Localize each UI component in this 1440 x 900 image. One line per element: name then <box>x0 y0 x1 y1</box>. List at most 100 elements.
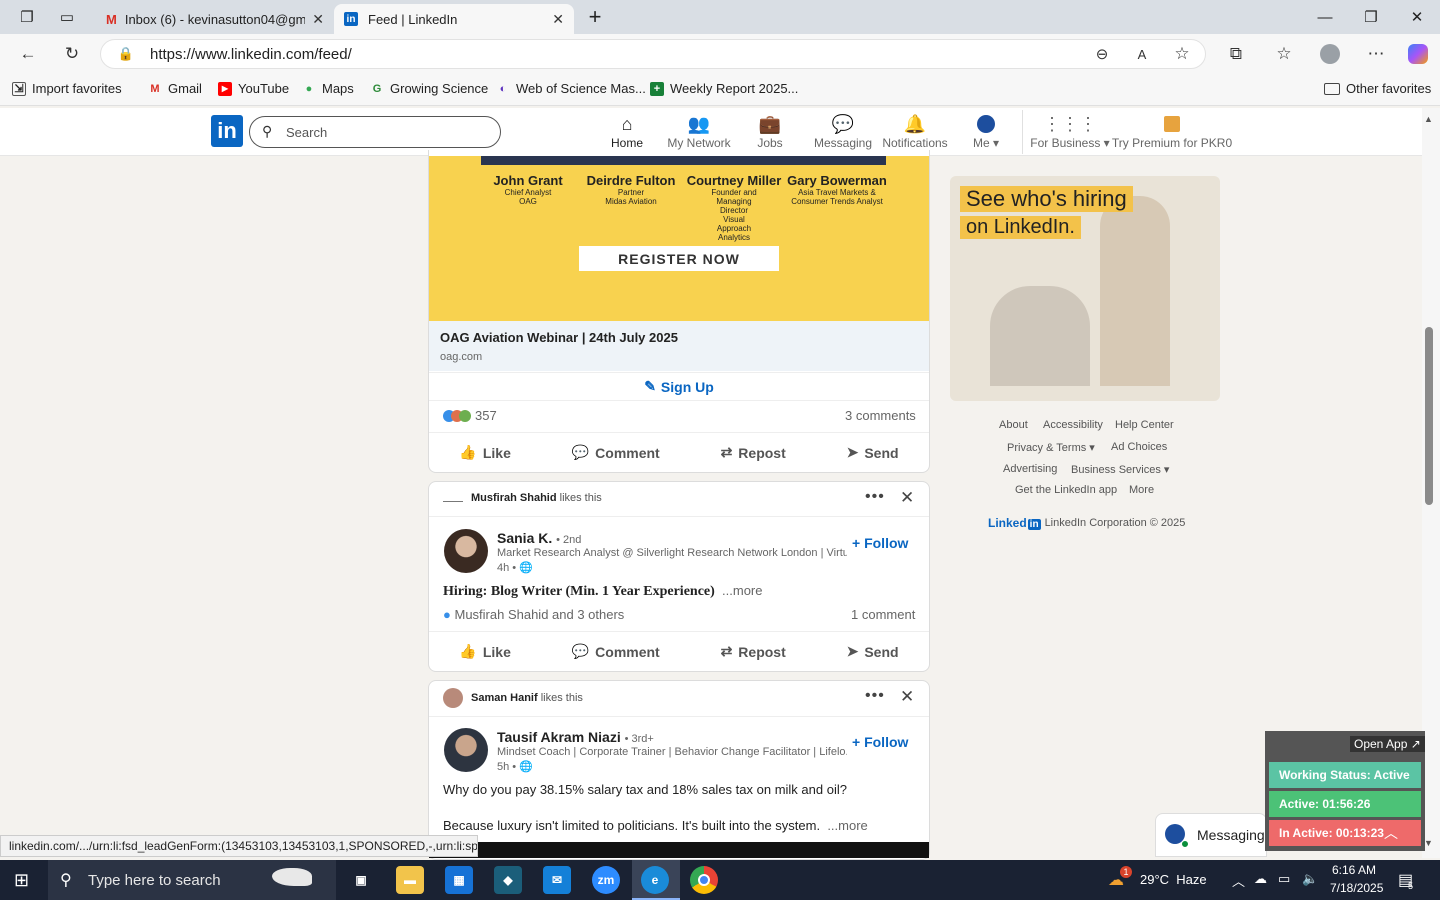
footer-link-more[interactable]: More <box>1129 484 1154 496</box>
messaging-label[interactable]: Messaging <box>1197 827 1265 843</box>
maximize-icon[interactable]: ❐ <box>1348 0 1394 34</box>
chrome-icon[interactable] <box>690 866 718 894</box>
edge-icon[interactable]: e <box>641 866 669 894</box>
ad-title[interactable]: OAG Aviation Webinar | 24th July 2025 <box>440 330 678 345</box>
more-options-icon[interactable]: ••• <box>865 488 885 506</box>
footer-link-privacy[interactable]: Privacy & Terms ▾ <box>1007 441 1095 454</box>
nav-home[interactable]: ⌂ Home <box>587 112 667 151</box>
favorite-maps[interactable]: ● Maps <box>302 81 354 96</box>
zoom-app-icon[interactable]: zm <box>592 866 620 894</box>
extensions-icon[interactable]: ⧉ <box>1224 42 1248 66</box>
nav-for-business[interactable]: ⋮⋮⋮ For Business ▾ <box>1030 112 1110 151</box>
favorite-weekly-report[interactable]: + Weekly Report 2025... <box>650 81 798 96</box>
author-avatar[interactable] <box>444 529 488 573</box>
tab-actions-icon[interactable]: ▭ <box>44 0 90 34</box>
scroll-up-icon[interactable]: ▲ <box>1424 114 1433 124</box>
task-view-icon[interactable]: ▣ <box>347 866 375 894</box>
nav-me[interactable]: Me ▾ <box>946 112 1026 150</box>
microsoft-store-icon[interactable]: ▦ <box>445 866 473 894</box>
chevron-up-icon[interactable]: ︿ <box>1384 823 1398 843</box>
windows-start-icon[interactable]: ⊞ <box>14 870 29 891</box>
comment-button[interactable]: 💬 Comment <box>572 643 660 660</box>
footer-link-business-services[interactable]: Business Services ▾ <box>1071 463 1169 476</box>
linkedin-logo[interactable]: in <box>211 115 243 147</box>
register-now-button[interactable]: REGISTER NOW <box>579 246 779 271</box>
close-icon[interactable]: ✕ <box>900 488 914 508</box>
profile-icon[interactable] <box>1318 42 1342 66</box>
settings-menu-icon[interactable]: ⋯ <box>1364 42 1388 66</box>
favorite-import[interactable]: ⇲ Import favorites <box>12 81 122 96</box>
network-icon[interactable]: ▭ <box>1278 871 1290 887</box>
footer-link-get-app[interactable]: Get the LinkedIn app <box>1015 484 1117 496</box>
chevron-up-icon[interactable]: ︿ <box>1232 871 1245 890</box>
comment-count[interactable]: 1 comment <box>851 607 915 622</box>
favorites-icon[interactable]: ☆ <box>1272 42 1296 66</box>
nav-notifications[interactable]: 🔔 Notifications <box>875 112 955 151</box>
weather-text[interactable]: 29°C Haze <box>1140 872 1207 887</box>
nav-my-network[interactable]: 👥 My Network <box>659 112 739 151</box>
favorite-web-of-science[interactable]: ◐ Web of Science Mas... <box>496 81 646 96</box>
liker-name[interactable]: Musfirah Shahid <box>471 492 557 504</box>
file-explorer-icon[interactable]: ▬ <box>396 866 424 894</box>
tab-linkedin[interactable]: in Feed | LinkedIn ✕ <box>334 4 574 34</box>
nav-premium[interactable]: Try Premium for PKR0 <box>1112 112 1232 150</box>
clock-date[interactable]: 7/18/2025 <box>1330 881 1383 895</box>
open-app-button[interactable]: Open App ↗ <box>1350 736 1425 752</box>
reaction-count[interactable]: 357 <box>443 408 497 423</box>
author-name[interactable]: Tausif Akram Niazi • 3rd+ <box>497 729 654 745</box>
tab-gmail[interactable]: M Inbox (6) - kevinasutton04@gmai ✕ <box>96 4 334 34</box>
like-button[interactable]: 👍 Like <box>459 643 510 660</box>
see-more-link[interactable]: ...more <box>722 583 762 598</box>
volume-icon[interactable]: 🔈 <box>1302 871 1318 887</box>
favorite-star-icon[interactable]: ☆ <box>1170 42 1194 66</box>
follow-button[interactable]: + Follow <box>852 535 908 551</box>
liker-name[interactable]: Saman Hanif <box>471 692 538 704</box>
like-button[interactable]: 👍 Like <box>459 444 510 461</box>
footer-link-advertising[interactable]: Advertising <box>1003 463 1057 475</box>
favorite-youtube[interactable]: ▶ YouTube <box>218 81 289 96</box>
close-tab-icon[interactable]: ✕ <box>552 11 564 28</box>
post-media[interactable] <box>429 842 929 858</box>
cloud-sync-icon[interactable]: ☁ <box>1254 871 1267 887</box>
nav-messaging[interactable]: 💬 Messaging <box>803 112 883 151</box>
comment-count[interactable]: 3 comments <box>845 408 916 423</box>
scrollbar-thumb[interactable] <box>1425 327 1433 505</box>
minimize-icon[interactable]: — <box>1302 0 1348 34</box>
scroll-down-icon[interactable]: ▼ <box>1424 838 1433 848</box>
refresh-icon[interactable]: ↻ <box>60 42 84 66</box>
close-tab-icon[interactable]: ✕ <box>312 11 324 28</box>
footer-link-ad-choices[interactable]: Ad Choices <box>1111 441 1167 453</box>
see-more-link[interactable]: ...more <box>827 818 867 833</box>
footer-link-accessibility[interactable]: Accessibility <box>1043 419 1103 431</box>
app-icon[interactable]: ◆ <box>494 866 522 894</box>
more-options-icon[interactable]: ••• <box>865 687 885 705</box>
repost-button[interactable]: ⇄ Repost <box>721 444 786 461</box>
ad-info-box[interactable] <box>429 321 929 371</box>
repost-button[interactable]: ⇄ Repost <box>721 643 786 660</box>
follow-button[interactable]: + Follow <box>852 734 908 750</box>
footer-link-about[interactable]: About <box>999 419 1028 431</box>
site-info-icon[interactable]: 🔒 <box>114 42 138 66</box>
author-avatar[interactable] <box>444 728 488 772</box>
sign-up-button[interactable]: ✎ Sign Up <box>429 372 929 401</box>
send-button[interactable]: ➤ Send <box>847 643 899 660</box>
send-button[interactable]: ➤ Send <box>847 444 899 461</box>
clock-time[interactable]: 6:16 AM <box>1332 863 1376 877</box>
footer-link-help-center[interactable]: Help Center <box>1115 419 1174 431</box>
favorite-growing-science[interactable]: G Growing Science <box>370 81 489 96</box>
mail-icon[interactable]: ✉ <box>543 866 571 894</box>
close-window-icon[interactable]: ✕ <box>1394 0 1440 34</box>
copilot-icon[interactable] <box>1406 42 1430 66</box>
comment-button[interactable]: 💬 Comment <box>572 444 660 461</box>
read-aloud-icon[interactable]: A <box>1130 42 1154 66</box>
back-icon[interactable]: ← <box>16 42 40 66</box>
nav-jobs[interactable]: 💼 Jobs <box>730 112 810 151</box>
favorite-gmail[interactable]: M Gmail <box>148 81 202 96</box>
other-favorites[interactable]: Other favorites <box>1324 81 1431 96</box>
zoom-icon[interactable]: ⊖ <box>1090 42 1114 66</box>
reactors[interactable]: ● Musfirah Shahid and 3 others <box>443 607 624 622</box>
url-text[interactable]: https://www.linkedin.com/feed/ <box>150 46 352 63</box>
close-icon[interactable]: ✕ <box>900 687 914 707</box>
new-tab-icon[interactable]: + <box>572 0 618 34</box>
author-name[interactable]: Sania K. • 2nd <box>497 530 581 546</box>
